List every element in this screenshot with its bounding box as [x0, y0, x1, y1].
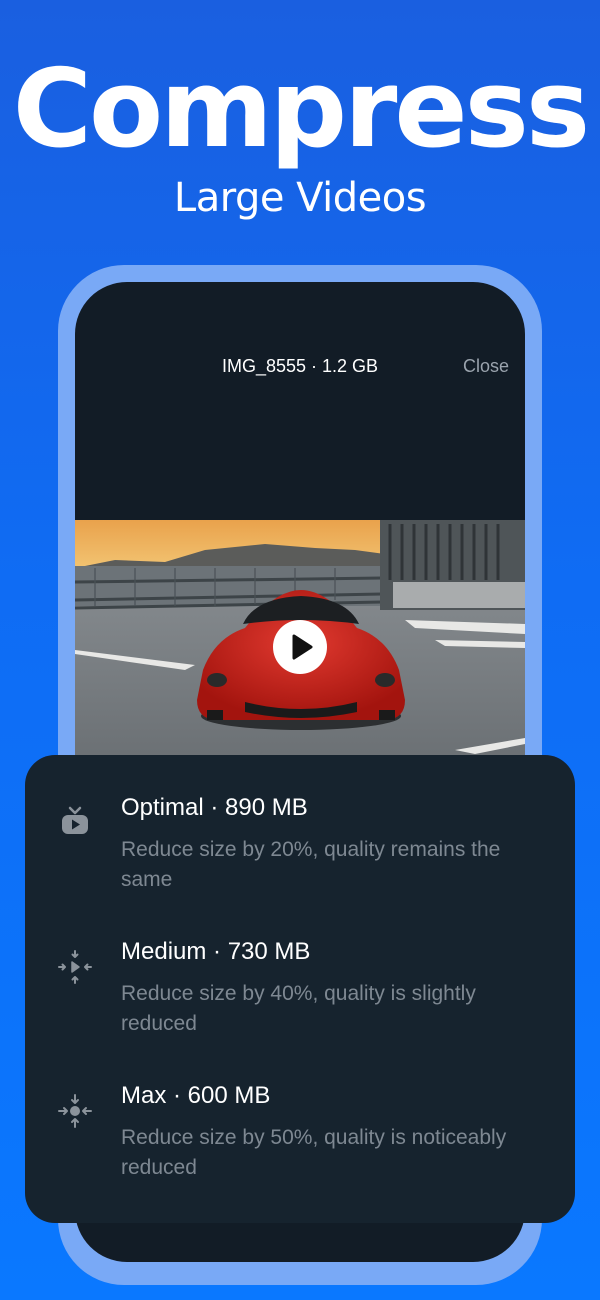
video-play-icon [57, 805, 93, 841]
play-button[interactable] [273, 620, 327, 674]
option-title: Optimal · 890 MB [121, 794, 308, 821]
option-description: Reduce size by 40%, quality is slightly … [121, 982, 476, 1035]
option-title: Medium · 730 MB [121, 938, 311, 965]
play-icon [292, 634, 313, 660]
option-max[interactable]: Max · 600 MB Reduce size by 50%, quality… [25, 1079, 575, 1189]
option-description: Reduce size by 50%, quality is noticeabl… [121, 1126, 507, 1179]
compress-max-icon [57, 1093, 93, 1129]
subheadline: Large Videos [173, 175, 427, 221]
video-preview[interactable] [75, 520, 525, 760]
headline: Compress [12, 47, 590, 172]
compress-inward-icon [57, 949, 93, 985]
option-title: Max · 600 MB [121, 1082, 271, 1109]
option-medium[interactable]: Medium · 730 MB Reduce size by 40%, qual… [25, 935, 575, 1045]
close-button[interactable]: Close [463, 354, 509, 378]
file-title: IMG_8555 · 1.2 GB [221, 356, 379, 376]
compression-options-card: Optimal · 890 MB Reduce size by 20%, qua… [25, 755, 575, 1223]
option-description: Reduce size by 20%, quality remains the … [121, 838, 501, 891]
option-optimal[interactable]: Optimal · 890 MB Reduce size by 20%, qua… [25, 791, 575, 901]
